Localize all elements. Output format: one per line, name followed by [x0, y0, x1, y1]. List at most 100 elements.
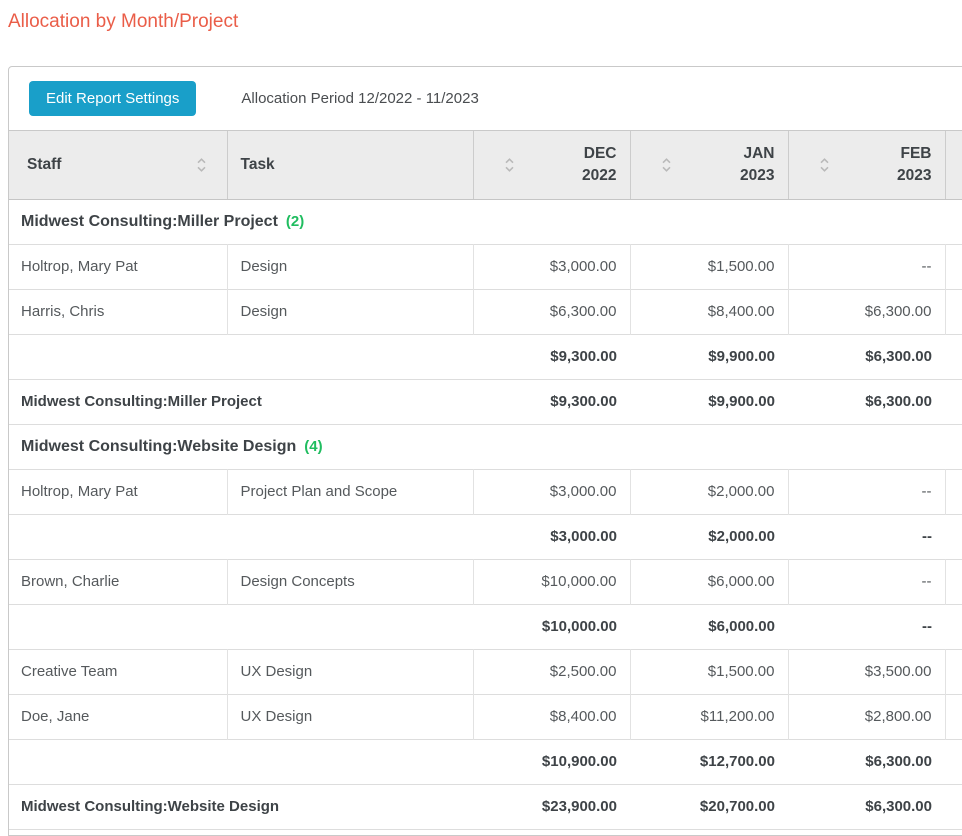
empty-cell — [227, 334, 473, 379]
subtotal-amount-cell: $6,000.00 — [630, 604, 788, 649]
subtotal-amount-cell: -- — [788, 604, 945, 649]
staff-cell: Brown, Charlie — [9, 559, 227, 604]
subtotal-amount-cell: -- — [788, 514, 945, 559]
page-title: Allocation by Month/Project — [8, 11, 962, 33]
edit-report-settings-button[interactable]: Edit Report Settings — [29, 81, 196, 116]
column-header-month-dec[interactable]: DEC2022 — [473, 131, 630, 199]
subtotal-row: $10,900.00$12,700.00$6,300.00 — [9, 739, 962, 784]
empty-cell — [227, 514, 473, 559]
amount-cell: -- — [788, 244, 945, 289]
amount-cell: $2,000.00 — [630, 469, 788, 514]
month-header-label: JAN2023 — [631, 143, 788, 187]
sort-chevrons-icon[interactable] — [196, 156, 207, 174]
allocation-table-body: Midwest Consulting:Miller Project(2)Holt… — [9, 199, 962, 829]
subtotal-amount-cell: $3,000.00 — [473, 514, 630, 559]
subtotal-row: $9,300.00$9,900.00$6,300.00 — [9, 334, 962, 379]
project-total-amount-cell: $6,300.00 — [788, 784, 945, 829]
task-cell: Design — [227, 244, 473, 289]
project-total-row: Midwest Consulting:Miller Project$9,300.… — [9, 379, 962, 424]
project-total-amount-cell: $9,300.00 — [473, 379, 630, 424]
group-label: Midwest Consulting:Miller Project — [21, 213, 278, 230]
empty-cell — [945, 784, 962, 829]
empty-cell — [945, 334, 962, 379]
amount-cell: $11,200.00 — [630, 694, 788, 739]
project-total-label: Midwest Consulting:Website Design — [9, 784, 473, 829]
column-header-task-label: Task — [241, 156, 275, 173]
header-row: Staff Task DEC2022JAN2023FEB2023 — [9, 131, 962, 199]
staff-cell: Holtrop, Mary Pat — [9, 469, 227, 514]
empty-cell — [227, 604, 473, 649]
empty-cell — [945, 739, 962, 784]
column-header-next-month-cutoff — [945, 131, 962, 199]
empty-cell — [945, 559, 962, 604]
amount-cell: $10,000.00 — [473, 559, 630, 604]
group-header-row: Midwest Consulting:Website Design(4) — [9, 424, 962, 469]
column-header-staff-label: Staff — [27, 156, 61, 173]
table-row: Doe, JaneUX Design$8,400.00$11,200.00$2,… — [9, 694, 962, 739]
amount-cell: -- — [788, 559, 945, 604]
subtotal-amount-cell: $9,300.00 — [473, 334, 630, 379]
table-row: Harris, ChrisDesign$6,300.00$8,400.00$6,… — [9, 289, 962, 334]
task-cell: Design — [227, 289, 473, 334]
report-toolbar: Edit Report Settings Allocation Period 1… — [9, 67, 962, 131]
empty-cell — [9, 604, 227, 649]
empty-cell — [227, 739, 473, 784]
subtotal-amount-cell: $6,300.00 — [788, 739, 945, 784]
empty-cell — [9, 514, 227, 559]
subtotal-amount-cell: $12,700.00 — [630, 739, 788, 784]
project-total-amount-cell: $6,300.00 — [788, 379, 945, 424]
allocation-table: Staff Task DEC2022JAN2023FEB2023 Midwest C… — [9, 131, 962, 830]
allocation-table-header: Staff Task DEC2022JAN2023FEB2023 — [9, 131, 962, 199]
subtotal-amount-cell: $10,900.00 — [473, 739, 630, 784]
table-row: Holtrop, Mary PatDesign$3,000.00$1,500.0… — [9, 244, 962, 289]
group-count: (2) — [278, 213, 304, 230]
empty-cell — [945, 289, 962, 334]
task-cell: Design Concepts — [227, 559, 473, 604]
subtotal-amount-cell: $2,000.00 — [630, 514, 788, 559]
report-panel: Edit Report Settings Allocation Period 1… — [8, 66, 962, 836]
amount-cell: $1,500.00 — [630, 244, 788, 289]
project-total-amount-cell: $20,700.00 — [630, 784, 788, 829]
subtotal-amount-cell: $9,900.00 — [630, 334, 788, 379]
empty-cell — [945, 469, 962, 514]
empty-cell — [9, 739, 227, 784]
empty-cell — [9, 334, 227, 379]
subtotal-amount-cell: $6,300.00 — [788, 334, 945, 379]
subtotal-amount-cell: $10,000.00 — [473, 604, 630, 649]
column-header-month-feb[interactable]: FEB2023 — [788, 131, 945, 199]
empty-cell — [945, 649, 962, 694]
project-total-amount-cell: $23,900.00 — [473, 784, 630, 829]
amount-cell: -- — [788, 469, 945, 514]
empty-cell — [945, 244, 962, 289]
empty-cell — [945, 604, 962, 649]
column-header-month-jan[interactable]: JAN2023 — [630, 131, 788, 199]
staff-cell: Doe, Jane — [9, 694, 227, 739]
amount-cell: $1,500.00 — [630, 649, 788, 694]
task-cell: UX Design — [227, 694, 473, 739]
subtotal-row: $10,000.00$6,000.00-- — [9, 604, 962, 649]
group-count: (4) — [296, 438, 322, 455]
staff-cell: Creative Team — [9, 649, 227, 694]
amount-cell: $6,300.00 — [473, 289, 630, 334]
column-header-staff[interactable]: Staff — [9, 131, 227, 199]
amount-cell: $3,000.00 — [473, 244, 630, 289]
project-total-amount-cell: $9,900.00 — [630, 379, 788, 424]
project-total-label: Midwest Consulting:Miller Project — [9, 379, 473, 424]
staff-cell: Harris, Chris — [9, 289, 227, 334]
sort-chevrons-icon[interactable] — [819, 156, 830, 174]
empty-cell — [945, 379, 962, 424]
allocation-period-label: Allocation Period 12/2022 - 11/2023 — [241, 90, 478, 107]
amount-cell: $6,300.00 — [788, 289, 945, 334]
amount-cell: $2,500.00 — [473, 649, 630, 694]
group-header-row: Midwest Consulting:Miller Project(2) — [9, 199, 962, 244]
empty-cell — [945, 514, 962, 559]
amount-cell: $3,500.00 — [788, 649, 945, 694]
amount-cell: $6,000.00 — [630, 559, 788, 604]
project-total-row: Midwest Consulting:Website Design$23,900… — [9, 784, 962, 829]
column-header-task: Task — [227, 131, 473, 199]
empty-cell — [945, 694, 962, 739]
sort-chevrons-icon[interactable] — [504, 156, 515, 174]
table-row: Creative TeamUX Design$2,500.00$1,500.00… — [9, 649, 962, 694]
sort-chevrons-icon[interactable] — [661, 156, 672, 174]
subtotal-row: $3,000.00$2,000.00-- — [9, 514, 962, 559]
